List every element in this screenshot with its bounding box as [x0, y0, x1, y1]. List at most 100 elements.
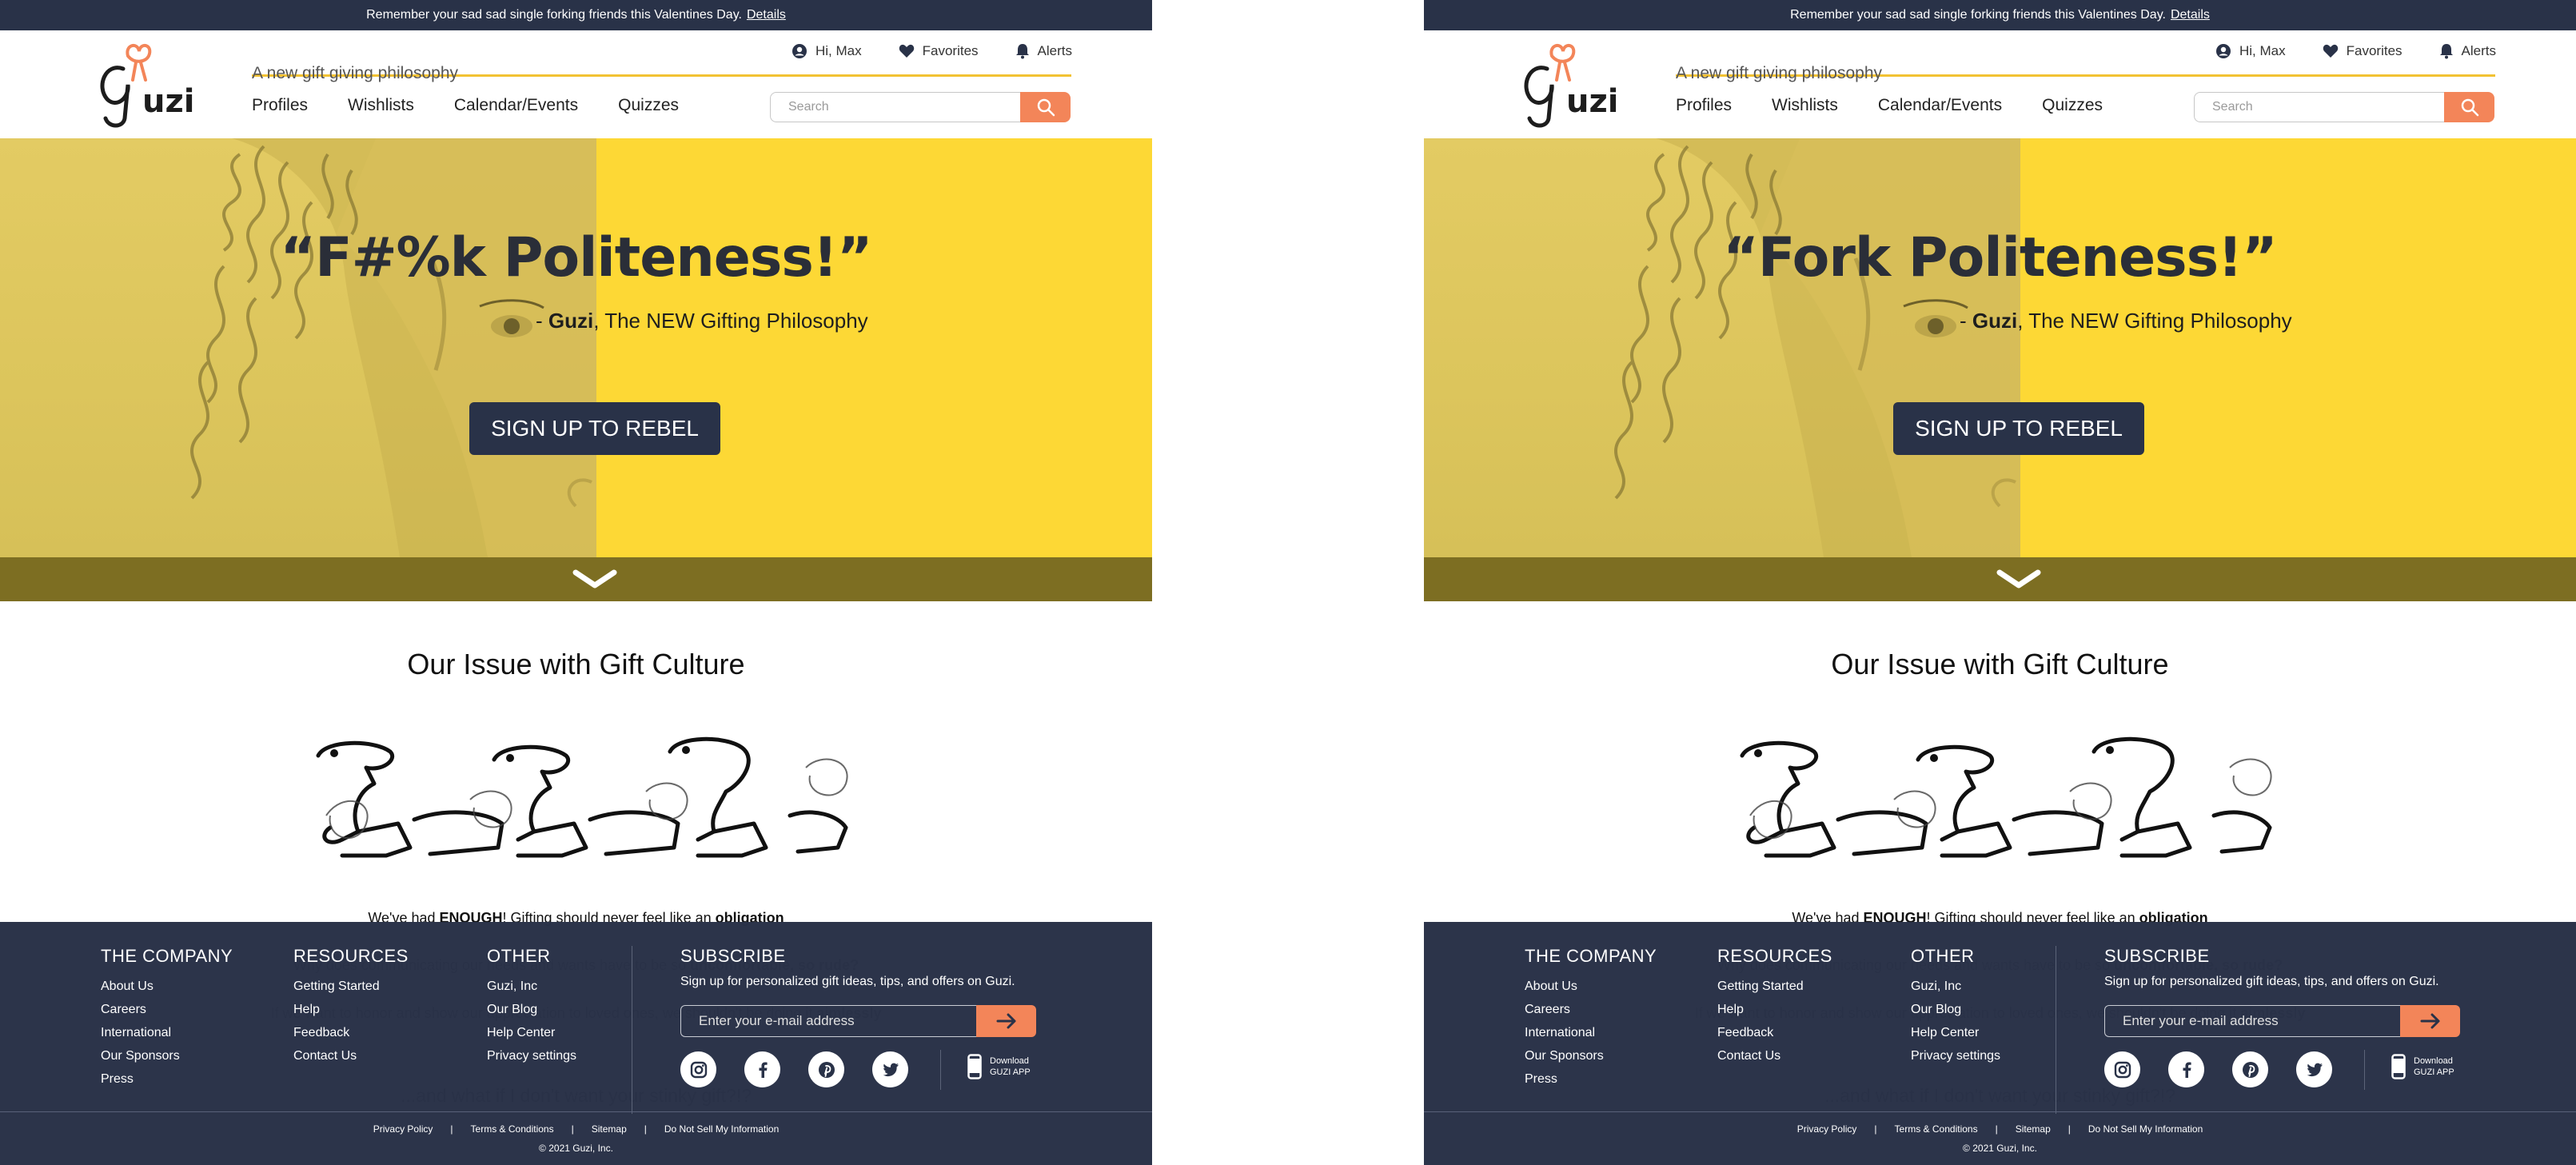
footer-link-help[interactable]: Help — [293, 1003, 409, 1017]
chevron-down-icon[interactable] — [1996, 569, 2041, 590]
arrow-right-icon — [996, 1013, 1015, 1029]
footer-link-contact[interactable]: Contact Us — [293, 1049, 409, 1063]
guzi-logo[interactable]: uzi — [90, 38, 194, 130]
footer-link-international[interactable]: International — [101, 1026, 233, 1040]
legal-terms[interactable]: Terms & Conditions — [471, 1123, 554, 1135]
footer-link-careers[interactable]: Careers — [1525, 1003, 1657, 1017]
sign-up-button[interactable]: SIGN UP TO REBEL — [469, 402, 720, 455]
legal-separator: | — [450, 1123, 453, 1135]
legal-sitemap[interactable]: Sitemap — [592, 1123, 627, 1135]
user-links: Hi, Max Favorites Alerts — [792, 43, 1072, 59]
guzi-logo-mark: uzi — [1524, 43, 1618, 128]
alerts-link[interactable]: Alerts — [1015, 43, 1072, 59]
tagline-text: A new gift giving philosophy — [1676, 64, 1882, 82]
search-input[interactable] — [2194, 92, 2446, 122]
copyright: © 2021 Guzi, Inc. — [1963, 1143, 2037, 1154]
footer-link-help[interactable]: Help — [1717, 1003, 1832, 1017]
footer-link-feedback[interactable]: Feedback — [1717, 1026, 1832, 1040]
subscribe-form — [680, 1005, 1036, 1037]
footer-link-getting-started[interactable]: Getting Started — [1717, 979, 1832, 994]
search-bar — [770, 92, 1071, 122]
attrib-prefix: - — [536, 309, 548, 333]
footer-col-title: RESOURCES — [293, 946, 409, 966]
legal-do-not-sell[interactable]: Do Not Sell My Information — [2088, 1123, 2203, 1135]
footer-link-blog[interactable]: Our Blog — [1911, 1003, 2000, 1017]
search-icon — [1037, 98, 1055, 117]
instagram-link[interactable] — [680, 1051, 716, 1087]
download-app-line1: Download — [2414, 1056, 2453, 1066]
sign-up-button[interactable]: SIGN UP TO REBEL — [1893, 402, 2144, 455]
hero-banner: “F#%k Politeness!” - Guzi, The NEW Gifti… — [0, 138, 1152, 557]
search-button[interactable] — [2444, 92, 2494, 122]
legal-terms[interactable]: Terms & Conditions — [1895, 1123, 1978, 1135]
download-app-link[interactable]: Download GUZI APP — [967, 1054, 1031, 1079]
footer-link-guzi-inc[interactable]: Guzi, Inc — [487, 979, 576, 994]
heart-icon — [899, 44, 914, 58]
download-app-link[interactable]: Download GUZI APP — [2391, 1054, 2454, 1079]
account-link[interactable]: Hi, Max — [792, 43, 862, 59]
footer-link-feedback[interactable]: Feedback — [293, 1026, 409, 1040]
nav-calendar-events[interactable]: Calendar/Events — [1878, 96, 2002, 115]
footer-link-press[interactable]: Press — [101, 1072, 233, 1087]
subscribe-submit-button[interactable] — [2400, 1005, 2460, 1037]
footer-link-privacy-settings[interactable]: Privacy settings — [487, 1049, 576, 1063]
footer-link-help-center[interactable]: Help Center — [1911, 1026, 2000, 1040]
download-app-line2: GUZI APP — [2414, 1067, 2454, 1077]
footer-col-other: OTHER Guzi, Inc Our Blog Help Center Pri… — [1911, 946, 2000, 1072]
chevron-down-icon[interactable] — [572, 569, 617, 590]
footer-link-sponsors[interactable]: Our Sponsors — [1525, 1049, 1657, 1063]
legal-separator: | — [644, 1123, 647, 1135]
favorites-link[interactable]: Favorites — [899, 43, 979, 59]
favorites-link[interactable]: Favorites — [2323, 43, 2403, 59]
alerts-link[interactable]: Alerts — [2439, 43, 2496, 59]
guzi-logo[interactable]: uzi — [1513, 38, 1618, 130]
footer-link-blog[interactable]: Our Blog — [487, 1003, 576, 1017]
footer-col-title: OTHER — [487, 946, 551, 966]
twitter-link[interactable] — [2296, 1051, 2332, 1087]
search-bar — [2194, 92, 2494, 122]
pinterest-link[interactable] — [2232, 1051, 2268, 1087]
legal-privacy-policy[interactable]: Privacy Policy — [373, 1123, 433, 1135]
legal-sitemap[interactable]: Sitemap — [2016, 1123, 2051, 1135]
footer-link-about[interactable]: About Us — [101, 979, 233, 994]
tagline-text: A new gift giving philosophy — [252, 64, 458, 82]
footer-link-contact[interactable]: Contact Us — [1717, 1049, 1832, 1063]
nav-profiles[interactable]: Profiles — [1676, 96, 1732, 115]
footer-link-about[interactable]: About Us — [1525, 979, 1657, 994]
search-input[interactable] — [770, 92, 1022, 122]
announcement-text: Remember your sad sad single forking fri… — [366, 8, 742, 22]
nav-wishlists[interactable]: Wishlists — [348, 96, 414, 115]
pinterest-icon — [818, 1061, 835, 1078]
email-field[interactable] — [680, 1005, 976, 1037]
nav-quizzes[interactable]: Quizzes — [2042, 96, 2103, 115]
footer-link-privacy-settings[interactable]: Privacy settings — [1911, 1049, 2000, 1063]
email-field[interactable] — [2104, 1005, 2400, 1037]
favorites-label: Favorites — [922, 43, 979, 58]
instagram-link[interactable] — [2104, 1051, 2140, 1087]
footer-link-press[interactable]: Press — [1525, 1072, 1657, 1087]
footer-link-sponsors[interactable]: Our Sponsors — [101, 1049, 233, 1063]
user-circle-icon — [792, 44, 807, 58]
footer-link-guzi-inc[interactable]: Guzi, Inc — [1911, 979, 2000, 994]
announcement-details-link[interactable]: Details — [747, 8, 786, 22]
footer-col-title: RESOURCES — [1717, 946, 1832, 966]
footer-link-careers[interactable]: Careers — [101, 1003, 233, 1017]
account-link[interactable]: Hi, Max — [2215, 43, 2286, 59]
subscribe-submit-button[interactable] — [976, 1005, 1036, 1037]
twitter-link[interactable] — [872, 1051, 908, 1087]
nav-wishlists[interactable]: Wishlists — [1772, 96, 1838, 115]
nav-quizzes[interactable]: Quizzes — [618, 96, 679, 115]
facebook-link[interactable] — [744, 1051, 780, 1087]
footer-link-help-center[interactable]: Help Center — [487, 1026, 576, 1040]
nav-profiles[interactable]: Profiles — [252, 96, 308, 115]
legal-do-not-sell[interactable]: Do Not Sell My Information — [664, 1123, 779, 1135]
pinterest-link[interactable] — [808, 1051, 844, 1087]
legal-privacy-policy[interactable]: Privacy Policy — [1797, 1123, 1857, 1135]
nav-calendar-events[interactable]: Calendar/Events — [454, 96, 578, 115]
footer-link-getting-started[interactable]: Getting Started — [293, 979, 409, 994]
facebook-link[interactable] — [2168, 1051, 2204, 1087]
announcement-details-link[interactable]: Details — [2171, 8, 2210, 22]
footer-link-international[interactable]: International — [1525, 1026, 1657, 1040]
facebook-icon — [2183, 1062, 2191, 1078]
search-button[interactable] — [1020, 92, 1071, 122]
